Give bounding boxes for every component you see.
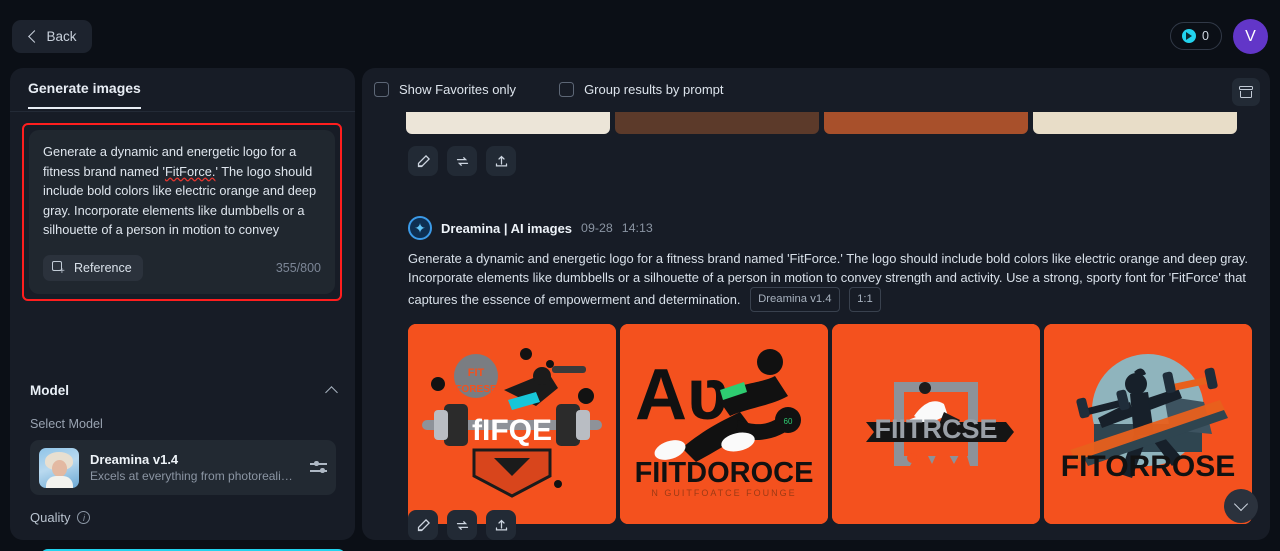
prompt-text: Generate a dynamic and energetic logo fo… xyxy=(43,142,321,242)
brand-name: Dreamina | AI images xyxy=(441,220,573,236)
image-strip[interactable] xyxy=(1033,112,1237,134)
character-counter: 355/800 xyxy=(275,261,321,275)
model-thumbnail xyxy=(39,447,79,488)
info-icon[interactable]: i xyxy=(77,511,91,524)
post-time: 14:13 xyxy=(621,221,653,235)
archive-button[interactable] xyxy=(1232,78,1260,106)
prompt-input[interactable]: Generate a dynamic and energetic logo fo… xyxy=(29,130,335,294)
post-date: 09-28 xyxy=(581,221,613,235)
svg-text:Aʋ: Aʋ xyxy=(635,355,729,435)
label-group-by-prompt: Group results by prompt xyxy=(584,82,724,97)
coin-icon xyxy=(1182,29,1196,43)
reference-button[interactable]: + Reference xyxy=(43,255,143,281)
svg-text:FIT: FIT xyxy=(468,367,485,379)
image-strip[interactable] xyxy=(824,112,1028,134)
svg-text:60: 60 xyxy=(784,417,793,426)
svg-text:FITORROSE: FITORROSE xyxy=(1061,450,1235,483)
svg-text:FIITDOROCE: FIITDOROCE xyxy=(635,457,814,489)
checkbox-show-favorites[interactable] xyxy=(374,82,389,97)
previous-result-images xyxy=(406,112,1237,134)
panel-tabs: Generate images xyxy=(10,68,355,112)
edit-button[interactable] xyxy=(408,146,438,176)
sliders-icon[interactable] xyxy=(310,460,327,475)
generated-image-4[interactable]: FITORROSE xyxy=(1044,324,1252,524)
prompt-footer: + Reference 355/800 xyxy=(43,255,321,281)
image-strip[interactable] xyxy=(406,112,610,134)
results-header: Show Favorites only Group results by pro… xyxy=(362,68,1270,112)
prompt-misspelled: FitForce. xyxy=(164,163,216,179)
chevron-left-icon xyxy=(28,30,42,43)
tag-ratio: 1:1 xyxy=(849,287,881,312)
previous-result-actions xyxy=(408,146,516,176)
chevron-down-icon xyxy=(1233,496,1249,512)
post-prompt-wrap: Generate a dynamic and energetic logo fo… xyxy=(408,249,1248,312)
generated-images: FIT FORESE fIFQE Aʋ 60 FIITDOROCE N GUIT… xyxy=(408,324,1268,524)
filter-row: Show Favorites only Group results by pro… xyxy=(374,82,724,97)
credits-value: 0 xyxy=(1202,29,1209,43)
scroll-down-button[interactable] xyxy=(1224,489,1258,523)
add-image-icon: + xyxy=(52,261,66,277)
generated-image-1[interactable]: FIT FORESE fIFQE xyxy=(408,324,616,524)
app-root: Back 0 V Generate images Generate a dyna… xyxy=(0,0,1280,551)
back-button[interactable]: Back xyxy=(12,20,92,53)
results-panel: Show Favorites only Group results by pro… xyxy=(362,68,1270,540)
upload-button[interactable] xyxy=(486,146,516,176)
regenerate-button[interactable] xyxy=(447,146,477,176)
dreamina-logo-icon: ✦ xyxy=(408,216,432,240)
reference-label: Reference xyxy=(74,261,132,275)
tag-model: Dreamina v1.4 xyxy=(750,287,840,312)
model-section-title: Model xyxy=(30,383,69,398)
credits-badge[interactable]: 0 xyxy=(1170,22,1222,50)
model-section-header: Model xyxy=(30,383,338,399)
generated-image-3[interactable]: FIITRCSE xyxy=(832,324,1040,524)
upload-button[interactable] xyxy=(486,510,516,540)
image-strip[interactable] xyxy=(615,112,819,134)
results-scroll-area[interactable]: ✦ Dreamina | AI images 09-28 14:13 Gener… xyxy=(362,112,1270,540)
svg-text:FIITRCSE: FIITRCSE xyxy=(874,414,997,444)
edit-button[interactable] xyxy=(408,510,438,540)
label-show-favorites: Show Favorites only xyxy=(399,82,517,97)
model-description: Excels at everything from photoreali… xyxy=(90,469,293,483)
model-meta: Dreamina v1.4 Excels at everything from … xyxy=(90,452,293,483)
top-bar: Back 0 V xyxy=(0,0,1280,72)
model-name: Dreamina v1.4 xyxy=(90,452,179,467)
back-label: Back xyxy=(46,29,77,44)
archive-icon xyxy=(1239,86,1253,98)
model-selector[interactable]: Dreamina v1.4 Excels at everything from … xyxy=(30,440,336,495)
result-post: ✦ Dreamina | AI images 09-28 14:13 Gener… xyxy=(368,216,1268,524)
current-result-actions xyxy=(408,510,516,540)
svg-text:fIFQE: fIFQE xyxy=(472,414,552,447)
avatar[interactable]: V xyxy=(1233,19,1268,54)
regenerate-button[interactable] xyxy=(447,510,477,540)
post-header: ✦ Dreamina | AI images 09-28 14:13 xyxy=(408,216,1268,240)
svg-text:N GUITFOATCE FOUNGE: N GUITFOATCE FOUNGE xyxy=(651,488,796,498)
tab-generate-images[interactable]: Generate images xyxy=(28,80,141,109)
avatar-initial: V xyxy=(1245,27,1256,45)
quality-row: Quality i xyxy=(30,510,91,525)
generated-image-2[interactable]: Aʋ 60 FIITDOROCE N GUITFOATCE FOUNGE xyxy=(620,324,828,524)
checkbox-group-by-prompt[interactable] xyxy=(559,82,575,97)
chevron-up-icon[interactable] xyxy=(325,386,338,399)
select-model-label: Select Model xyxy=(30,417,103,431)
svg-text:FORESE: FORESE xyxy=(455,384,496,395)
quality-label: Quality xyxy=(30,510,71,525)
generate-panel: Generate images Generate a dynamic and e… xyxy=(10,68,355,551)
